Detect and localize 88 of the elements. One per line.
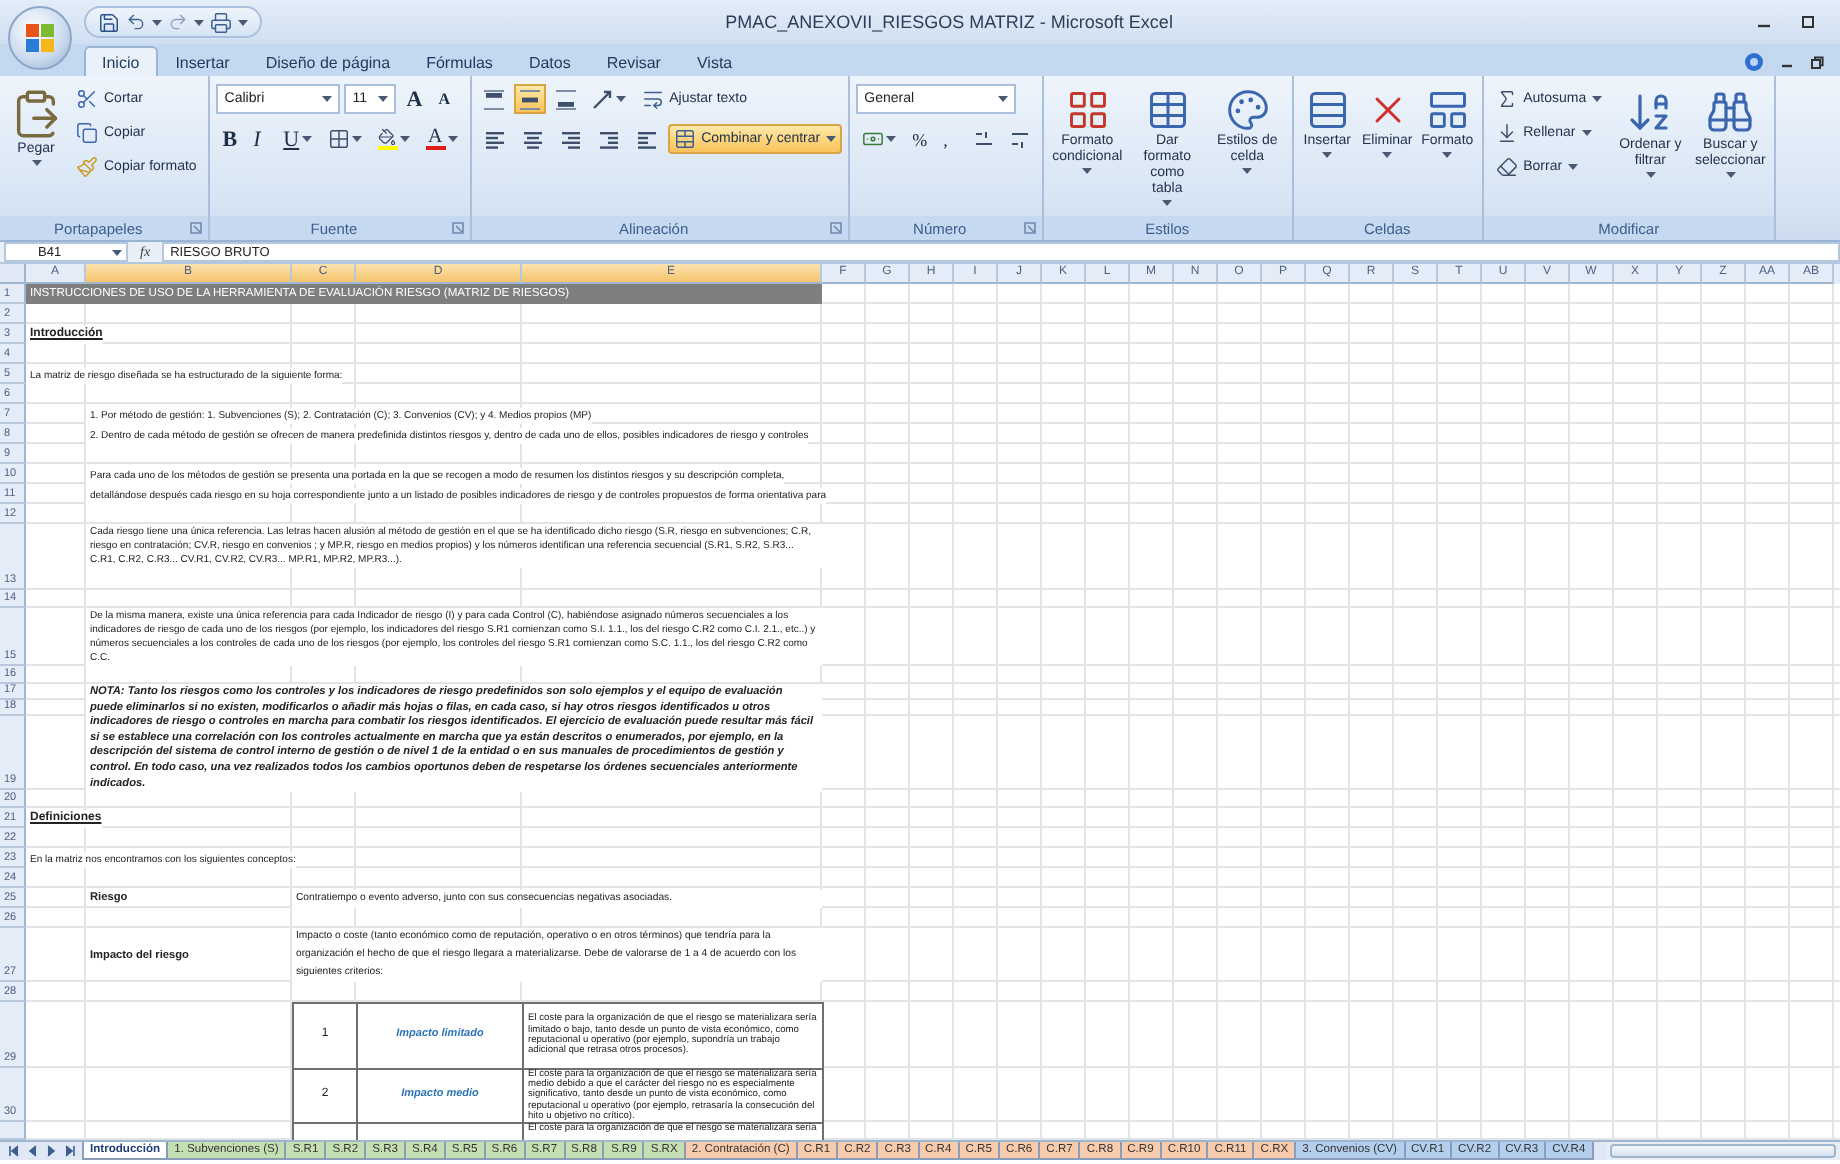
thousands-button[interactable]: ,	[937, 124, 964, 154]
bold-button[interactable]: B	[216, 124, 244, 154]
caret-icon	[998, 96, 1009, 102]
caret-icon	[112, 249, 122, 255]
caret-icon	[194, 19, 204, 25]
vertical-align-icon	[483, 89, 504, 109]
caret-icon	[447, 136, 458, 142]
printer-icon	[210, 11, 232, 33]
decimal-icon	[1009, 130, 1030, 148]
indent-icon	[597, 129, 620, 149]
ribbon-tab[interactable]: Diseño de página	[247, 46, 409, 76]
scissors-icon	[76, 88, 98, 110]
banknote-icon	[862, 128, 885, 150]
window-title: PMAC_ANEXOVII_RIESGOS MATRIZ - Microsoft Excel	[723, 12, 1175, 32]
caret-icon	[301, 136, 312, 142]
office-logo-icon	[24, 22, 56, 54]
align-left-icon	[483, 129, 506, 149]
undo-icon	[126, 12, 146, 32]
vertical-align-icon	[519, 89, 540, 109]
rows-icon	[1305, 88, 1350, 132]
caret-icon	[1645, 172, 1656, 178]
caret-icon	[886, 136, 897, 142]
ribbon-tab[interactable]: Datos	[510, 46, 589, 76]
sigma-icon	[1495, 88, 1518, 110]
caret-icon	[351, 136, 362, 142]
caret-icon	[1082, 168, 1093, 174]
restore-icon[interactable]	[1810, 55, 1824, 69]
font-color-button[interactable]: A	[419, 124, 464, 154]
wrap-text-icon	[641, 88, 664, 110]
align-right-icon	[559, 129, 582, 149]
binoculars-icon	[1706, 88, 1755, 136]
underline-button[interactable]: U	[277, 124, 318, 154]
vertical-align-button[interactable]	[513, 84, 546, 114]
grid-icon	[1065, 88, 1110, 132]
palette-icon	[1225, 88, 1270, 132]
quick-access-toolbar[interactable]	[84, 6, 262, 38]
panel-icon	[1425, 88, 1470, 132]
sheet-nav-icon[interactable]	[62, 1144, 76, 1158]
table-icon	[1145, 88, 1190, 132]
sheet-nav-icon[interactable]	[8, 1144, 22, 1158]
dialog-launcher-icon[interactable]	[1023, 222, 1036, 234]
help-icon[interactable]	[1744, 52, 1764, 72]
copy-icon	[76, 122, 98, 144]
table-cell	[292, 1122, 358, 1140]
decimal-icon	[973, 130, 994, 148]
caret-icon	[31, 160, 41, 166]
caret-icon	[399, 136, 410, 142]
caret-icon	[238, 19, 248, 25]
caret-icon	[1382, 152, 1393, 158]
paint-bucket-icon	[378, 128, 397, 146]
caret-icon	[1242, 168, 1253, 174]
dialog-launcher-icon[interactable]	[451, 222, 464, 234]
ribbon-tab[interactable]: Insertar	[157, 46, 248, 76]
align-center-icon	[521, 129, 544, 149]
dialog-launcher-icon[interactable]	[830, 222, 843, 234]
italic-button[interactable]: I	[247, 124, 274, 154]
ribbon-tab[interactable]: Vista	[678, 46, 751, 76]
ribbon-tab[interactable]: Inicio	[84, 46, 158, 76]
caret-icon	[1725, 172, 1736, 178]
ribbon-tab[interactable]: Fórmulas	[408, 46, 511, 76]
redo-icon	[168, 12, 188, 32]
dialog-launcher-icon[interactable]	[190, 222, 203, 234]
caret-icon	[615, 96, 626, 102]
caret-icon	[1162, 200, 1173, 206]
save-icon	[98, 11, 120, 33]
caret-icon	[826, 136, 837, 142]
caret-icon	[1568, 164, 1579, 170]
horizontal-scrollbar[interactable]	[1605, 1142, 1840, 1160]
caret-icon	[322, 96, 333, 102]
restore-icon[interactable]	[1800, 14, 1816, 30]
down-arrow-icon	[1495, 122, 1518, 144]
vertical-align-icon	[555, 89, 576, 109]
caret-icon	[152, 19, 162, 25]
caret-icon	[1322, 152, 1333, 158]
caret-icon	[1581, 130, 1592, 136]
eraser-icon	[1495, 156, 1518, 178]
orientation-icon	[591, 89, 614, 109]
paintbrush-icon	[76, 156, 98, 178]
caret-icon	[1592, 96, 1603, 102]
merge-cells-icon	[673, 128, 696, 150]
borders-icon	[327, 128, 350, 150]
indent-icon	[635, 129, 658, 149]
ribbon-tab[interactable]: Revisar	[588, 46, 679, 76]
percent-button[interactable]: %	[906, 124, 934, 154]
caret-icon	[1442, 152, 1453, 158]
caret-icon	[378, 96, 389, 102]
shrink-font-button[interactable]: A	[432, 84, 459, 114]
grow-font-button[interactable]: A	[400, 84, 429, 114]
